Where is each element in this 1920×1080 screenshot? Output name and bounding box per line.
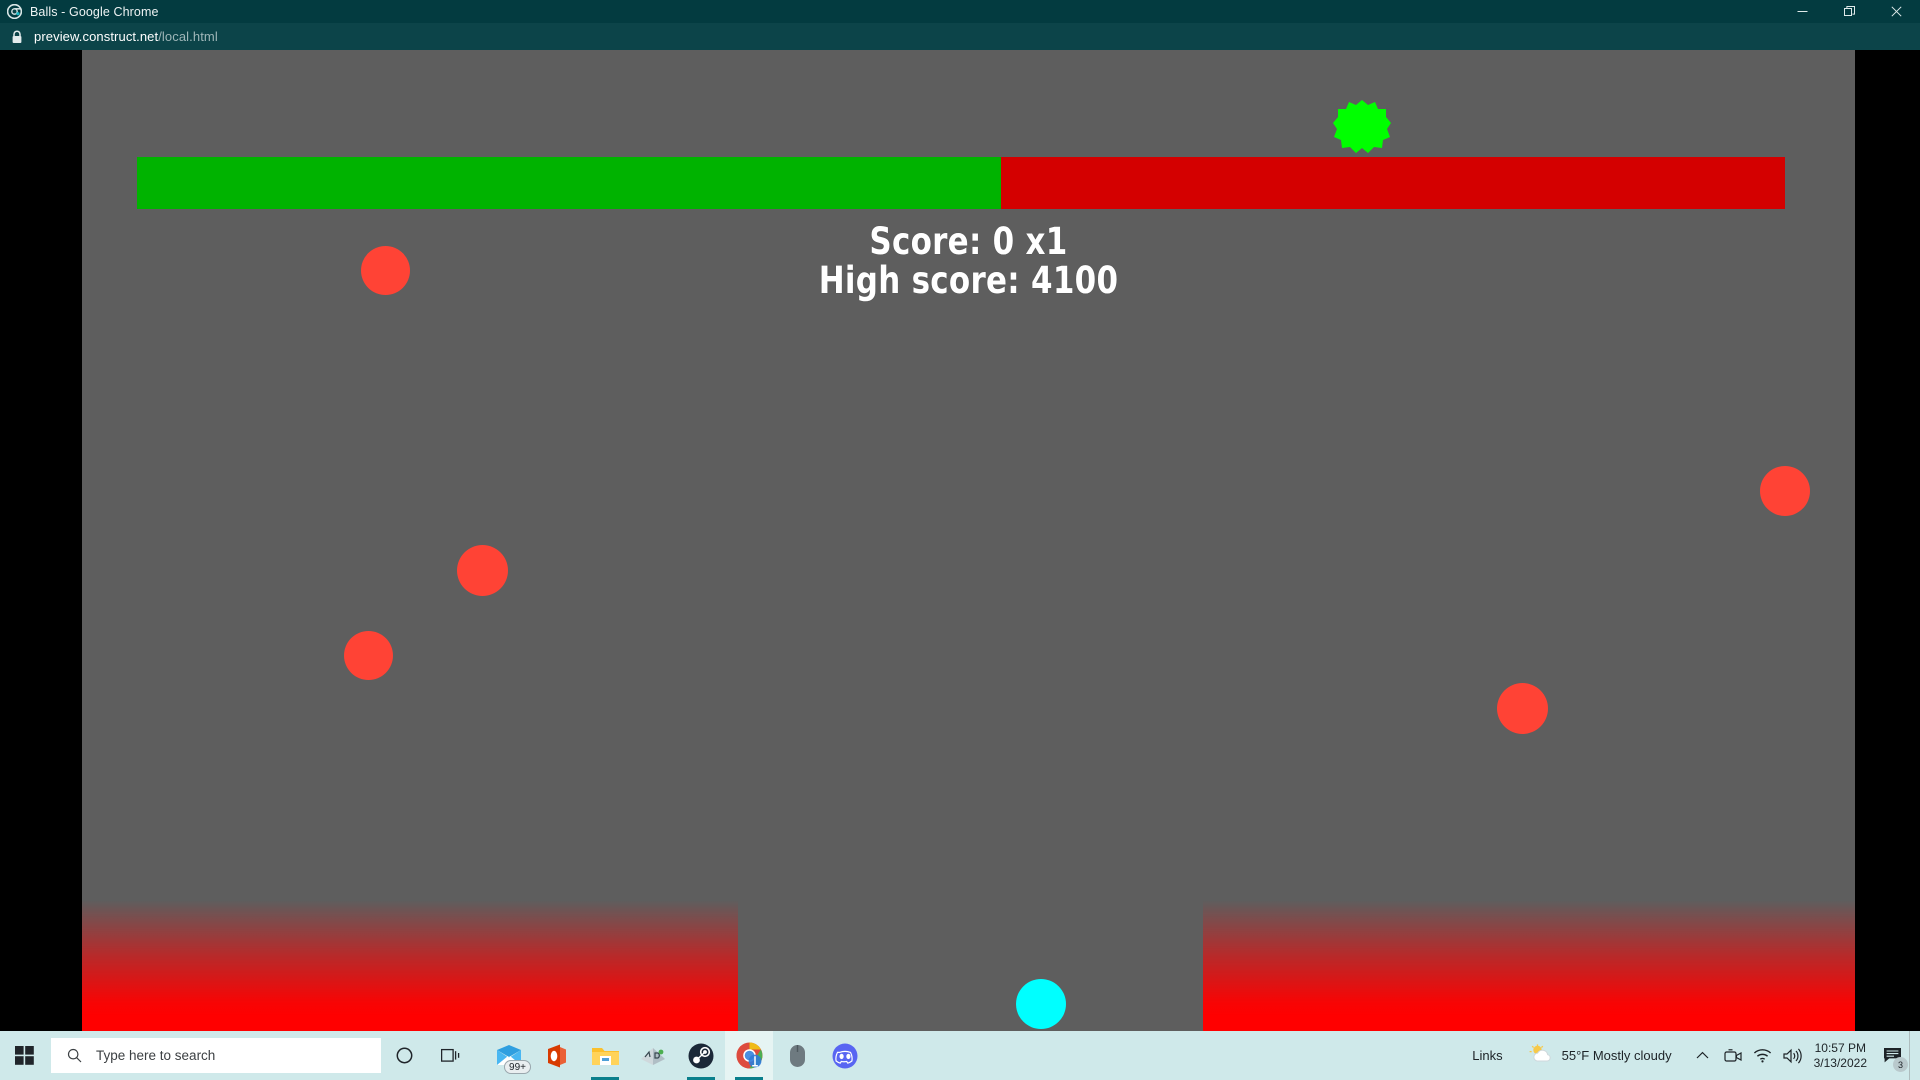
- chrome-icon: [6, 3, 23, 20]
- red-ball: [361, 246, 410, 295]
- progress-bar-red-remainder: [1000, 157, 1785, 209]
- minimize-icon[interactable]: [1779, 0, 1826, 23]
- search-placeholder-text: Type here to search: [96, 1048, 216, 1063]
- taskbar-app-file-explorer[interactable]: [581, 1031, 629, 1080]
- partly-cloudy-icon: [1529, 1043, 1553, 1068]
- windows-taskbar: Type here to search 99+ Links 55°F Mostl…: [0, 1031, 1920, 1080]
- clock-date: 3/13/2022: [1813, 1055, 1867, 1070]
- taskbar-app-discord[interactable]: [821, 1031, 869, 1080]
- address-bar[interactable]: preview.construct.net/local.html: [0, 23, 1920, 50]
- restore-icon[interactable]: [1826, 0, 1873, 23]
- speaker-icon[interactable]: [1778, 1031, 1808, 1080]
- taskbar-app-steam[interactable]: [677, 1031, 725, 1080]
- search-icon: [67, 1048, 82, 1063]
- taskbar-app-paint-3d[interactable]: [629, 1031, 677, 1080]
- wifi-icon[interactable]: [1748, 1031, 1778, 1080]
- taskbar-app-office[interactable]: [533, 1031, 581, 1080]
- url-domain: preview.construct.net: [34, 29, 159, 44]
- search-input[interactable]: Type here to search: [51, 1038, 381, 1073]
- url-text: preview.construct.net/local.html: [34, 29, 218, 44]
- window-controls: [1779, 0, 1920, 23]
- windows-start-icon[interactable]: [0, 1031, 48, 1080]
- cortana-circle-icon[interactable]: [381, 1031, 427, 1080]
- show-desktop-button[interactable]: [1909, 1031, 1916, 1080]
- red-ball: [344, 631, 393, 680]
- game-canvas[interactable]: Score: 0 x1 High score: 4100: [82, 50, 1855, 1031]
- taskbar-app-chrome[interactable]: [725, 1031, 773, 1080]
- clock-time: 10:57 PM: [1814, 1040, 1866, 1055]
- links-label[interactable]: Links: [1472, 1048, 1502, 1063]
- red-ball: [1760, 466, 1810, 516]
- progress-bar-green-fill: [137, 157, 1001, 209]
- taskbar-clock[interactable]: 10:57 PM 3/13/2022: [1814, 1041, 1867, 1071]
- taskbar-apps: 99+: [485, 1031, 869, 1080]
- notification-count-badge: 3: [1893, 1057, 1908, 1072]
- lock-icon: [11, 30, 23, 44]
- taskbar-app-mouse[interactable]: [773, 1031, 821, 1080]
- taskbar-app-mail[interactable]: 99+: [485, 1031, 533, 1080]
- window-title: Balls - Google Chrome: [30, 4, 159, 19]
- mail-badge: 99+: [504, 1060, 531, 1074]
- green-spiky-ball-icon: [1332, 98, 1392, 158]
- danger-zone-right: [1203, 900, 1855, 1031]
- danger-zone-left: [82, 900, 738, 1031]
- notification-icon[interactable]: 3: [1875, 1031, 1909, 1080]
- meet-now-icon[interactable]: [1718, 1031, 1748, 1080]
- chevron-up-icon[interactable]: [1688, 1031, 1718, 1080]
- close-icon[interactable]: [1873, 0, 1920, 23]
- red-ball: [1497, 683, 1548, 734]
- url-path: /local.html: [158, 29, 218, 44]
- window-title-bar[interactable]: Balls - Google Chrome: [0, 0, 1920, 23]
- weather-text: 55°F Mostly cloudy: [1561, 1048, 1672, 1063]
- system-tray: Links 55°F Mostly cloudy 10:57 PM 3/13/2…: [1472, 1031, 1920, 1080]
- task-view-icon[interactable]: [427, 1031, 473, 1080]
- cyan-ball: [1016, 979, 1066, 1029]
- weather-widget[interactable]: 55°F Mostly cloudy: [1529, 1043, 1672, 1068]
- red-ball: [457, 545, 508, 596]
- progress-bar: [137, 157, 1785, 209]
- score-display: Score: 0 x1 High score: 4100: [82, 222, 1855, 301]
- browser-viewport: Score: 0 x1 High score: 4100: [0, 50, 1920, 1031]
